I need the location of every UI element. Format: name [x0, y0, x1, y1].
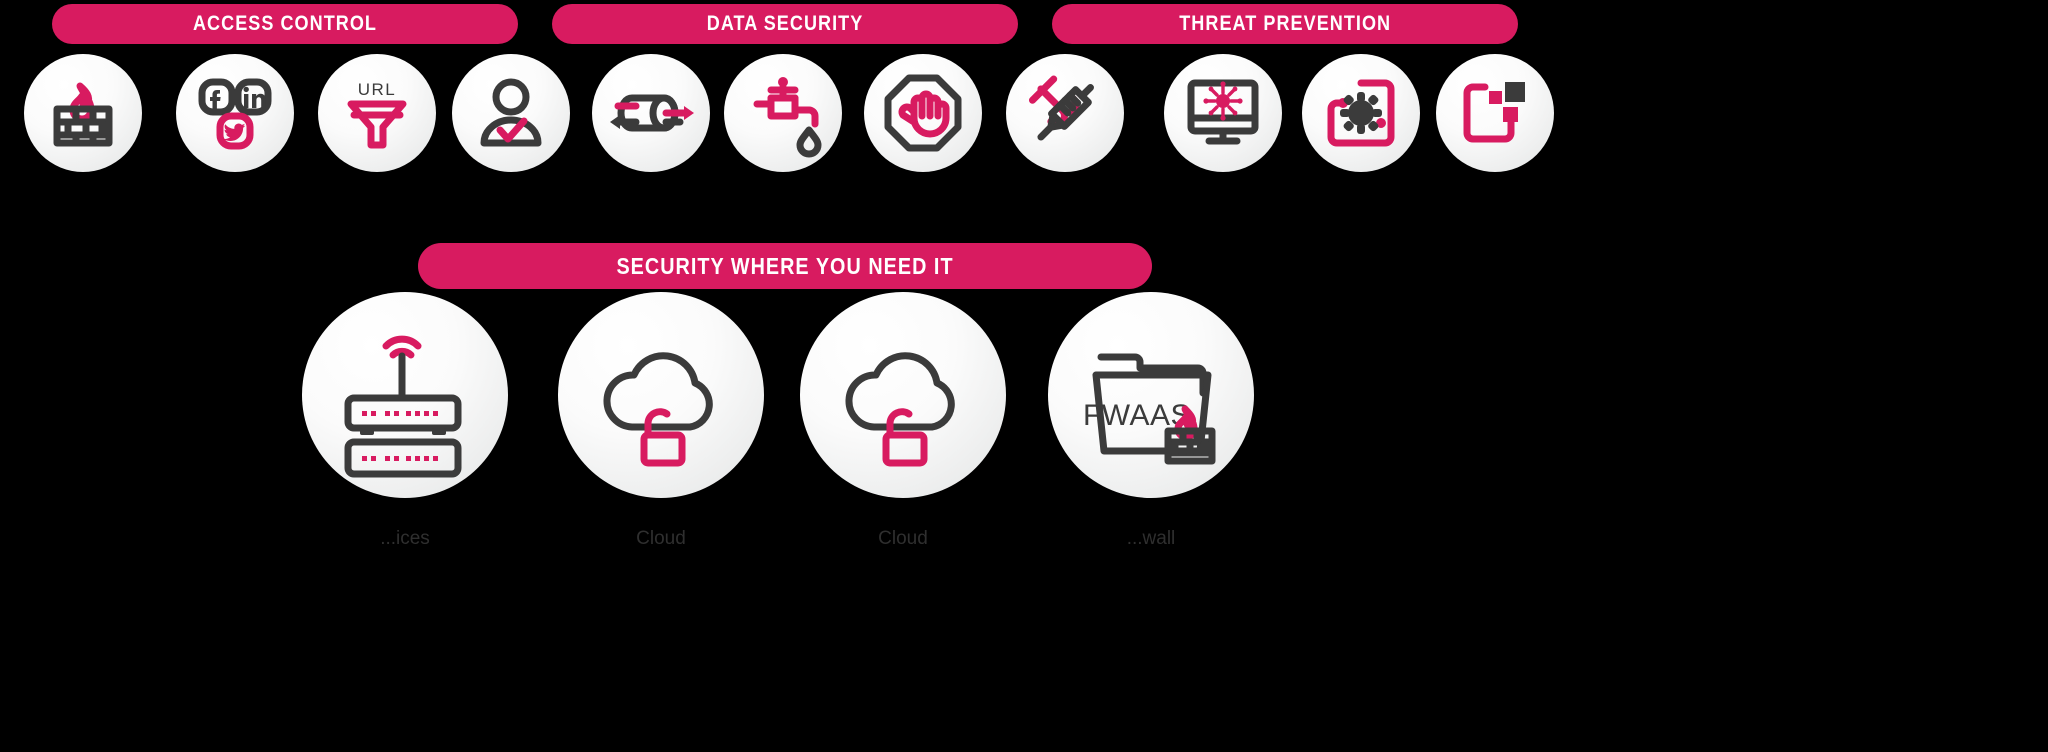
- badge-social-media[interactable]: [176, 54, 294, 172]
- user-check-icon: [480, 78, 542, 147]
- badge-fwaas[interactable]: FWAAS: [1048, 292, 1254, 498]
- syringe-vaccine-icon: [1028, 75, 1094, 141]
- banner-security-where-you-need-it: SECURITY WHERE YOU NEED IT: [418, 243, 1152, 289]
- url-funnel-icon: URL: [347, 80, 407, 149]
- pipe-arrows-icon: [610, 94, 694, 132]
- caption-fwaas: ...wall: [1126, 528, 1176, 549]
- badge-url-filtering[interactable]: URL: [318, 54, 436, 172]
- octagon-hand-stop-icon: [884, 74, 962, 152]
- badge-cloud-one[interactable]: [558, 292, 764, 498]
- faucet-drip-icon: [753, 77, 822, 158]
- badge-data-leak[interactable]: [724, 54, 842, 172]
- caption-cloud-two: Cloud: [878, 528, 928, 549]
- router-switch-wifi-icon: [344, 335, 462, 478]
- badge-sandboxing[interactable]: [1302, 54, 1420, 172]
- caption-cloud-one: Cloud: [636, 528, 686, 549]
- cloud-lock-icon: [845, 352, 955, 467]
- badge-content-blocking[interactable]: [864, 54, 982, 172]
- monitor-virus-icon: [1187, 79, 1259, 145]
- badge-user-identity[interactable]: [452, 54, 570, 172]
- frame-blocks-icon: [1463, 82, 1525, 143]
- badge-data-loss-prevention[interactable]: [592, 54, 710, 172]
- folder-firewall-icon: FWAAS: [1083, 353, 1216, 465]
- badge-patch-management[interactable]: [1436, 54, 1554, 172]
- banner-threat-prevention-label: THREAT PREVENTION: [1179, 12, 1391, 35]
- badge-cloud-two[interactable]: [800, 292, 1006, 498]
- banner-threat-prevention: THREAT PREVENTION: [1052, 4, 1518, 44]
- banner-data-security-label: DATA SECURITY: [706, 12, 864, 35]
- badge-anti-virus[interactable]: [1006, 54, 1124, 172]
- firewall-icon: [53, 82, 113, 147]
- caption-branch-devices: ...ices: [380, 528, 430, 549]
- social-media-icon: [198, 78, 272, 150]
- banner-data-security: DATA SECURITY: [552, 4, 1018, 44]
- badge-branch-devices[interactable]: [302, 292, 508, 498]
- cloud-lock-icon: [603, 352, 713, 467]
- banner-access-control: ACCESS CONTROL: [52, 4, 518, 44]
- url-text: URL: [358, 80, 397, 99]
- badge-firewall[interactable]: [24, 54, 142, 172]
- banner-access-control-label: ACCESS CONTROL: [192, 12, 378, 35]
- banner-security-where-label: SECURITY WHERE YOU NEED IT: [616, 252, 954, 279]
- frame-gear-bug-icon: [1327, 79, 1395, 147]
- badge-endpoint-protection[interactable]: [1164, 54, 1282, 172]
- infographic-canvas: ACCESS CONTROL DATA SECURITY THREAT PREV…: [0, 0, 2048, 752]
